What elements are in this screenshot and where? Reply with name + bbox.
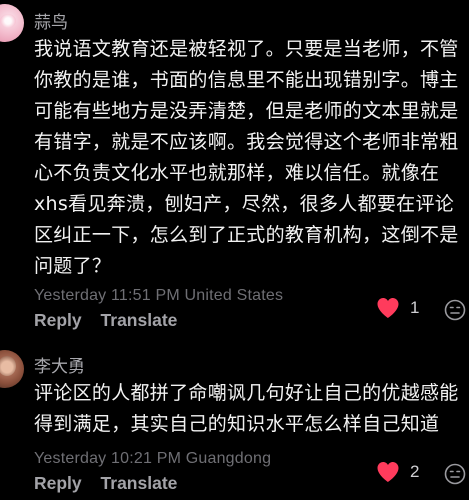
- like-count: 1: [410, 298, 420, 317]
- avatar[interactable]: [0, 4, 24, 42]
- comment-text: 我说语文教育还是被轻视了。只要是当老师，不管 你教的是谁，书面的信息里不能出现错…: [34, 34, 464, 282]
- translate-button[interactable]: Translate: [101, 473, 178, 493]
- like-count: 2: [410, 462, 420, 481]
- comment-line: 你教的是谁，书面的信息里不能出现错别字。博主: [34, 69, 459, 91]
- comment-text: 评论区的人都拼了命嘲讽几句好让自己的优越感能 得到满足，其实自己的知识水平怎么样…: [34, 378, 464, 440]
- comment-actions: Reply Translate: [34, 310, 191, 331]
- emoji-reaction-icon[interactable]: [444, 299, 466, 321]
- comment-line: 可能有些地方是没弄清楚，但是老师的文本里就是: [34, 100, 459, 122]
- avatar[interactable]: [0, 350, 24, 388]
- emoji-reaction-icon[interactable]: [444, 463, 466, 485]
- comment-username[interactable]: 蒜鸟: [34, 8, 68, 33]
- reply-button[interactable]: Reply: [34, 310, 82, 330]
- translate-button[interactable]: Translate: [101, 310, 178, 330]
- comment-line: 心不负责文化水平也就那样，难以信任。就像在: [34, 162, 440, 184]
- comment-timestamp: Yesterday 11:51 PM United States: [34, 287, 284, 304]
- comment-actions: Reply Translate: [34, 473, 191, 494]
- like-button[interactable]: 1: [376, 297, 419, 319]
- comment-username[interactable]: 李大勇: [34, 352, 85, 377]
- comment-line: 得到满足，其实自己的知识水平怎么样自己知道: [34, 413, 440, 435]
- reply-button[interactable]: Reply: [34, 473, 82, 493]
- heart-icon[interactable]: [376, 297, 400, 319]
- heart-icon[interactable]: [376, 461, 400, 483]
- comment-line: 有错字，就是不应该啊。我会觉得这个老师非常粗: [34, 131, 459, 153]
- comment-line: 区纠正一下，怎么到了正式的教育机构，这倒不是: [34, 224, 459, 246]
- comment-line: 问题了？: [34, 255, 112, 277]
- like-button[interactable]: 2: [376, 461, 419, 483]
- comment-line: xhs看见奔溃，刨妇产，尽然，很多人都要在评论: [34, 193, 455, 215]
- comment-line: 我说语文教育还是被轻视了。只要是当老师，不管: [34, 38, 459, 60]
- comment-line: 评论区的人都拼了命嘲讽几句好让自己的优越感能: [34, 382, 459, 404]
- comment-timestamp: Yesterday 10:21 PM Guangdong: [34, 450, 272, 467]
